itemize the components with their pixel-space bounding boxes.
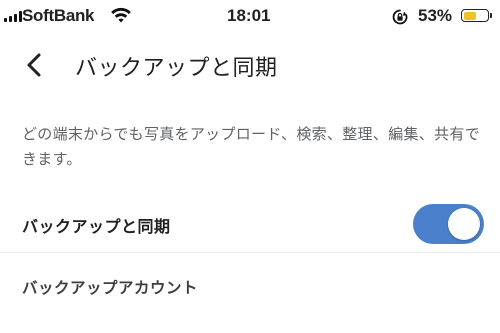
rotation-lock-icon [391,8,409,31]
clock: 18:01 [227,6,271,25]
cellular-signal-icon [4,11,22,22]
status-bar: SoftBank 18:01 53% [0,0,500,34]
battery-percent: 53% [418,6,453,25]
description-text: どの端末からでも写真をアップロード、検索、整理、編集、共有できます。 [22,125,480,168]
backup-account-row[interactable]: バックアップアカウント [0,253,500,315]
backup-sync-toggle[interactable] [413,204,484,244]
chevron-left-icon [27,53,41,77]
carrier-name: SoftBank [22,6,95,25]
battery-cap [490,13,492,18]
back-button[interactable] [20,50,50,80]
toggle-knob [448,208,480,240]
backup-sync-row[interactable]: バックアップと同期 [0,196,500,253]
header: バックアップと同期 [0,34,500,96]
wifi-icon [110,6,132,29]
battery-icon [461,9,489,22]
page-title: バックアップと同期 [75,56,278,81]
backup-account-label: バックアップアカウント [22,279,199,297]
backup-sync-label: バックアップと同期 [22,217,171,236]
screen: SoftBank 18:01 53% バックアップと同期 どの端末からでも写真を… [0,0,500,333]
battery-fill [463,11,476,20]
